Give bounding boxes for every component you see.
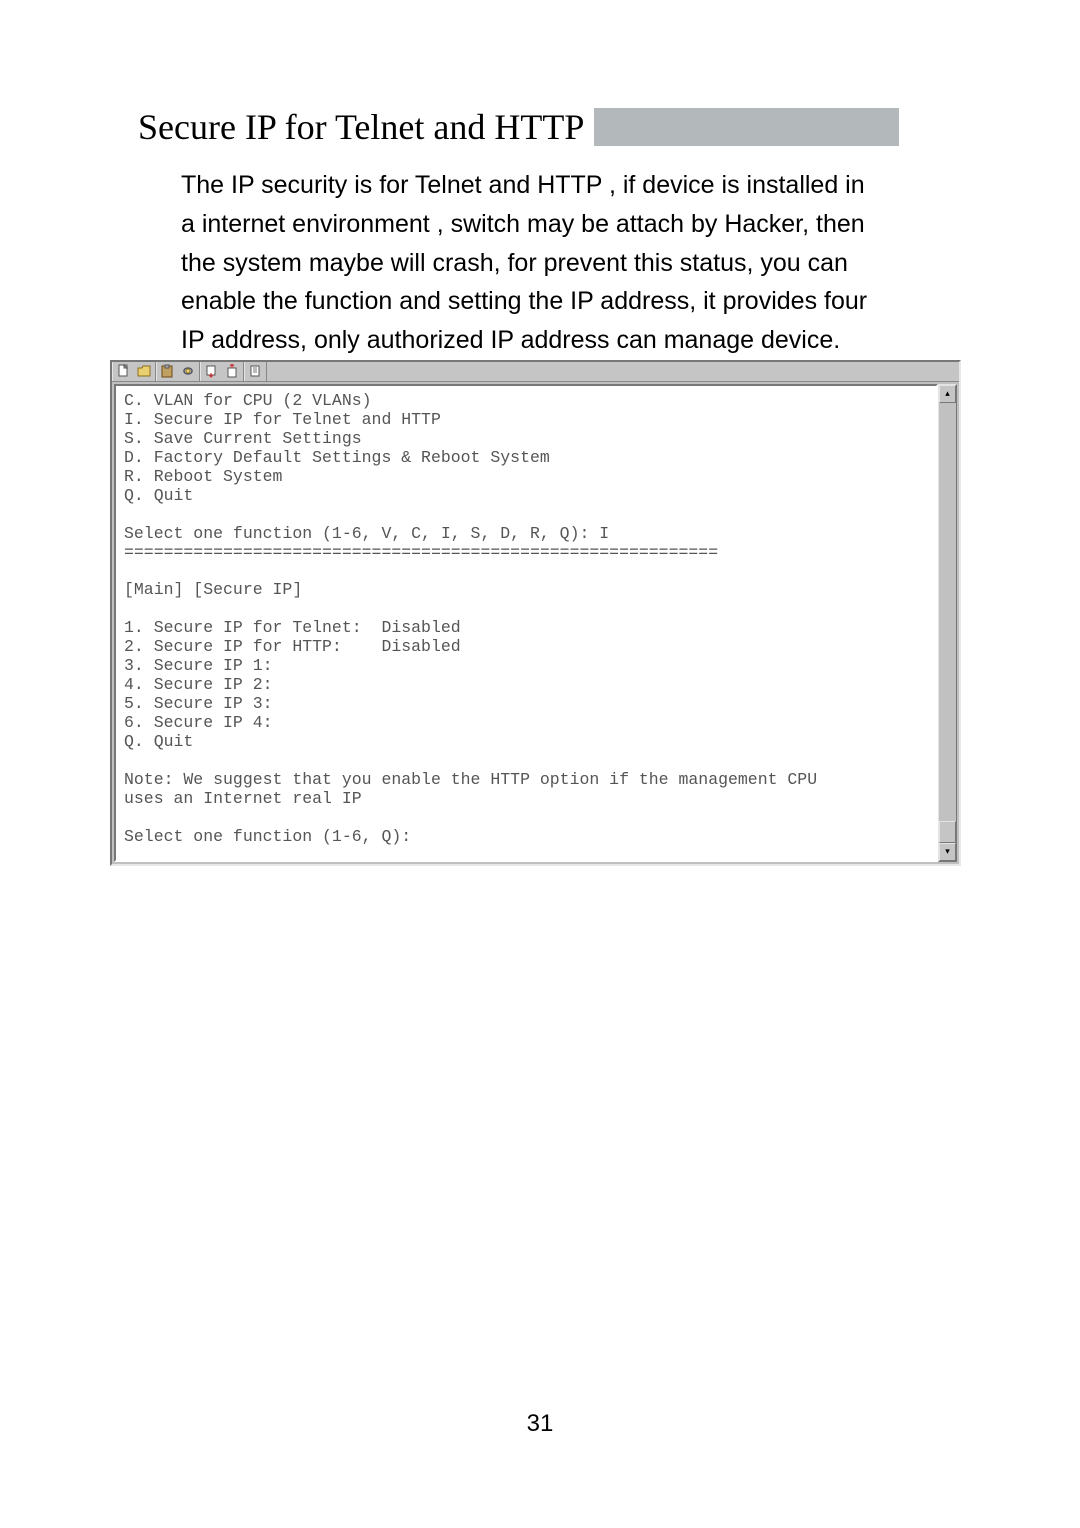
scroll-down-button[interactable]: ▾ [939, 843, 956, 861]
paste-icon[interactable] [157, 362, 178, 381]
section-heading: Secure IP for Telnet and HTTP [138, 106, 594, 148]
page-number: 31 [0, 1410, 1080, 1438]
terminal-output: C. VLAN for CPU (2 VLANs) I. Secure IP f… [114, 384, 938, 862]
terminal-window: C. VLAN for CPU (2 VLANs) I. Secure IP f… [110, 360, 961, 866]
open-file-icon[interactable] [134, 362, 155, 381]
connect-icon[interactable] [178, 362, 199, 381]
heading-accent-bar [594, 108, 899, 146]
section-body-text: The IP security is for Telnet and HTTP ,… [181, 166, 881, 360]
section-heading-row: Secure IP for Telnet and HTTP [138, 106, 1080, 148]
terminal-toolbar [112, 362, 959, 382]
scroll-up-button[interactable]: ▴ [939, 385, 956, 403]
scroll-thumb[interactable] [939, 821, 956, 843]
scroll-track[interactable] [939, 403, 956, 843]
new-file-icon[interactable] [113, 362, 134, 381]
receive-icon[interactable] [222, 362, 243, 381]
properties-icon[interactable] [245, 362, 266, 381]
vertical-scrollbar[interactable]: ▴ ▾ [938, 384, 957, 862]
send-icon[interactable] [201, 362, 222, 381]
